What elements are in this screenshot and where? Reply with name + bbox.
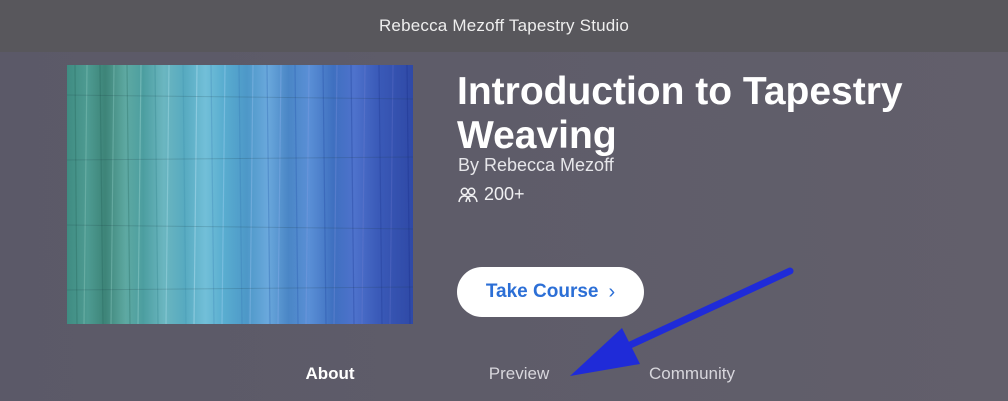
course-title: Introduction to Tapestry Weaving	[457, 70, 903, 157]
tab-about[interactable]: About	[250, 364, 410, 384]
take-course-label: Take Course	[485, 281, 599, 302]
take-course-button[interactable]: Take Course ›	[457, 267, 644, 317]
window-title: Rebecca Mezoff Tapestry Studio	[378, 16, 630, 35]
window-titlebar: Rebecca Mezoff Tapestry Studio	[0, 0, 1008, 52]
tab-preview[interactable]: Preview	[439, 364, 599, 384]
course-tabs: About Preview Community	[0, 364, 1008, 394]
participant-count: 200+	[458, 184, 525, 205]
people-icon	[458, 187, 478, 202]
tab-community[interactable]: Community	[612, 364, 772, 384]
tab-preview-label: Preview	[488, 364, 550, 383]
course-thumbnail[interactable]	[67, 65, 413, 324]
tab-about-label: About	[305, 364, 355, 383]
dyed-yarn-skeins-image	[67, 65, 413, 324]
tab-community-label: Community	[649, 364, 735, 383]
chevron-right-icon: ›	[608, 280, 616, 303]
course-author: By Rebecca Mezoff	[458, 155, 614, 175]
participant-count-value: 200+	[484, 184, 525, 204]
